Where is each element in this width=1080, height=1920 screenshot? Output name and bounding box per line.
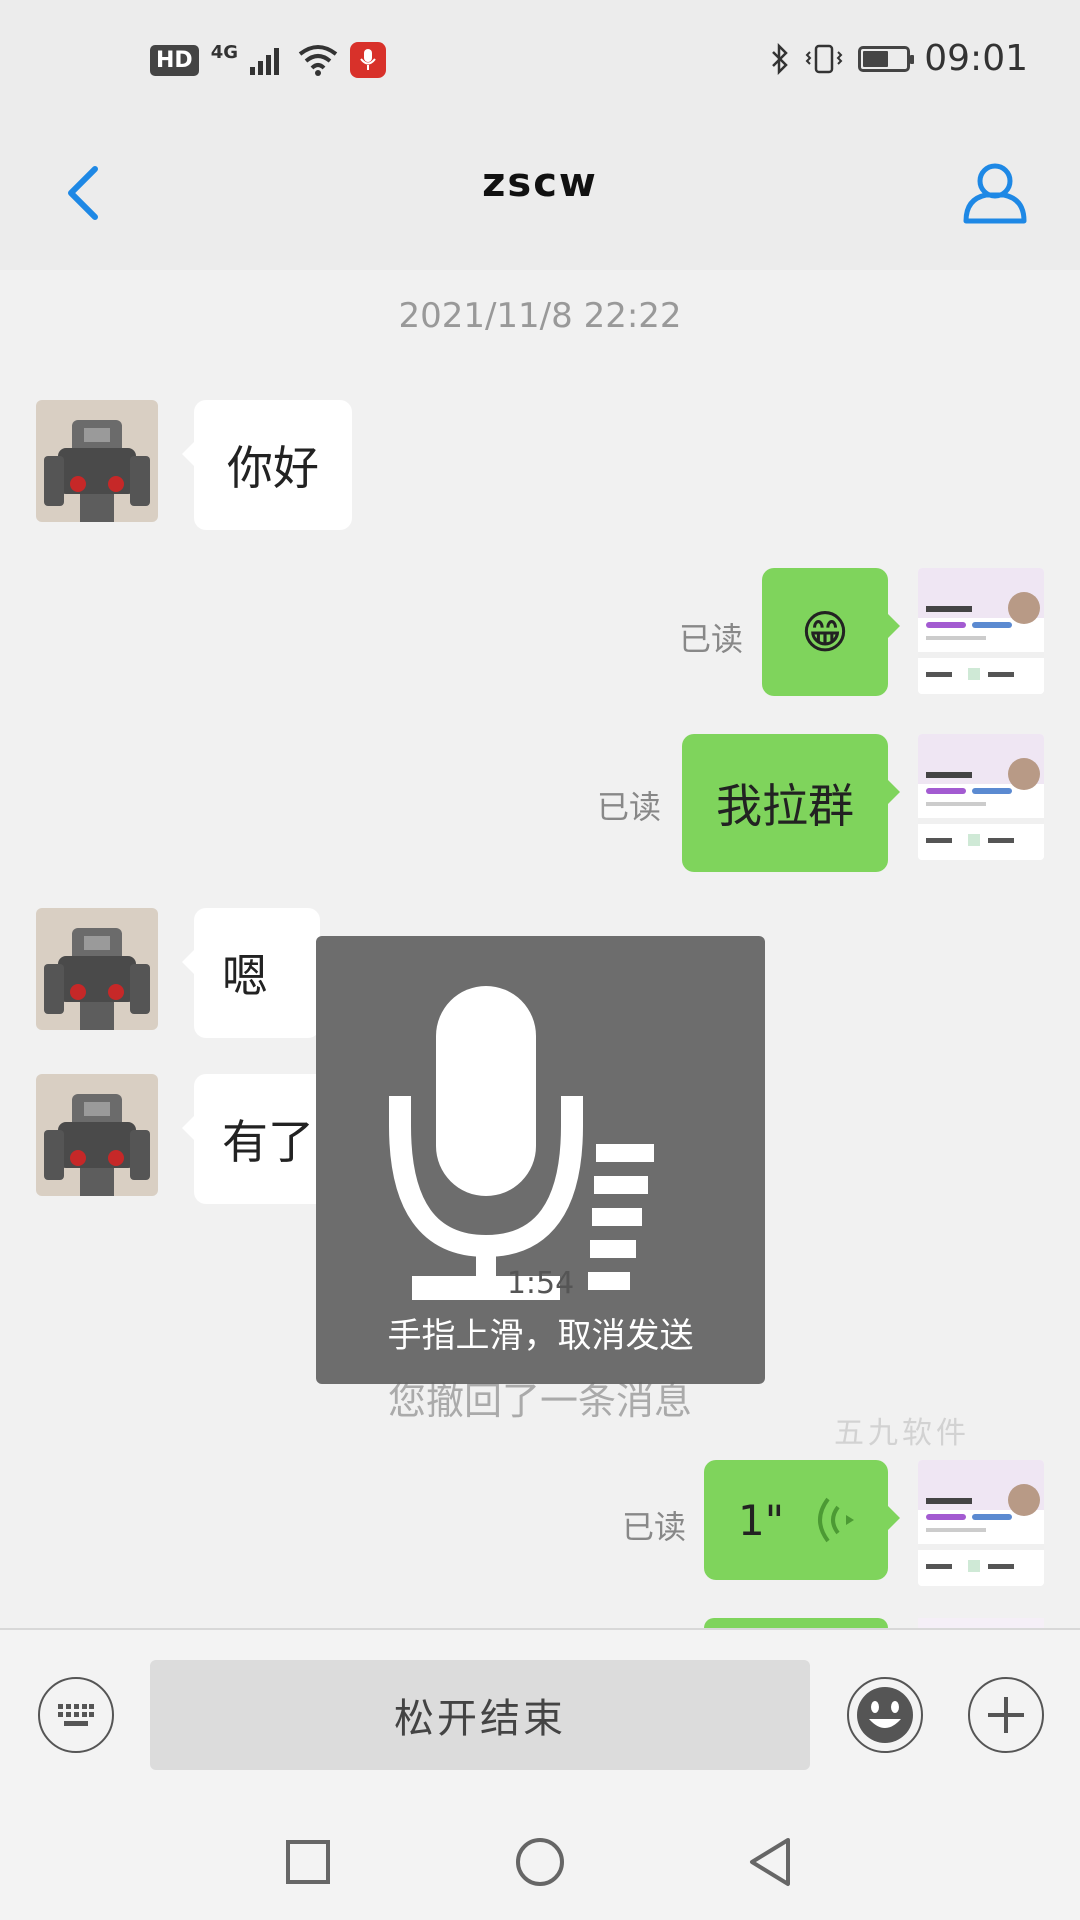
message-bubble-outgoing[interactable]: 我拉群 (682, 734, 900, 872)
bluetooth-icon (772, 42, 789, 75)
message-bubble-incoming[interactable]: 嗯 (182, 908, 320, 1038)
page-title: zscw (482, 160, 598, 206)
recents-button[interactable] (278, 1832, 338, 1892)
my-avatar[interactable] (918, 568, 1044, 694)
message-bubble-outgoing[interactable]: 😁 (762, 568, 900, 696)
network-type: 4G (210, 41, 238, 63)
home-button[interactable] (510, 1832, 570, 1892)
hold-to-talk-button[interactable]: 松开结束 (150, 1660, 810, 1770)
battery-icon (858, 45, 915, 72)
read-status: 已读 (597, 788, 662, 826)
status-right: 09:01 (770, 38, 1028, 79)
grinning-emoji-icon: 😁 (801, 605, 849, 659)
more-options-button[interactable] (968, 1677, 1044, 1753)
read-status: 已读 (622, 1508, 687, 1546)
message-text: 我拉群 (716, 779, 854, 833)
recording-elapsed: 1:54 (506, 1266, 575, 1301)
voice-recording-overlay: 1:54 手指上滑，取消发送 (316, 936, 765, 1384)
contact-avatar[interactable] (36, 908, 158, 1030)
input-bar: 松开结束 (0, 1628, 1080, 1802)
message-text: 你好 (227, 441, 319, 495)
my-avatar[interactable] (918, 1460, 1044, 1586)
voice-message-bubble[interactable]: 1" (704, 1460, 900, 1580)
status-left: HD 4G (150, 42, 386, 78)
contact-profile-button[interactable] (950, 142, 1040, 242)
emoji-button[interactable] (847, 1677, 923, 1753)
message-bubble-outgoing[interactable] (704, 1618, 888, 1628)
battery-level (863, 50, 889, 67)
clock: 09:01 (924, 38, 1028, 79)
voice-duration: 1" (738, 1495, 785, 1545)
circle-icon (516, 1838, 564, 1886)
chat-header: zscw (0, 120, 1080, 270)
recording-hint: 手指上滑，取消发送 (387, 1316, 694, 1356)
hd-badge: HD (150, 44, 199, 76)
my-avatar[interactable] (918, 734, 1044, 860)
message-timestamp: 2021/11/8 22:22 (398, 296, 682, 336)
contact-avatar[interactable] (36, 1074, 158, 1196)
message-bubble-incoming[interactable]: 你好 (182, 400, 352, 530)
user-icon (963, 163, 1027, 224)
contact-avatar[interactable] (36, 400, 158, 522)
voice-wave-icon (818, 1497, 855, 1543)
keyboard-icon (58, 1704, 94, 1726)
watermark: 五九软件 (834, 1416, 970, 1451)
plus-icon (988, 1697, 1024, 1733)
status-bar: HD 4G 09:01 (0, 0, 1080, 120)
smiley-icon (857, 1687, 913, 1743)
system-nav-bar (0, 1800, 1080, 1920)
message-text: 有了 (222, 1115, 314, 1169)
recording-mic-icon (350, 42, 386, 78)
signal-icon (250, 48, 279, 75)
keyboard-toggle-button[interactable] (38, 1677, 114, 1753)
square-icon (286, 1840, 330, 1884)
my-avatar[interactable] (918, 1618, 1044, 1628)
message-text: 嗯 (222, 949, 268, 1003)
triangle-back-icon (750, 1838, 790, 1886)
wifi-icon (298, 45, 338, 76)
back-nav-button[interactable] (740, 1832, 800, 1892)
read-status: 已读 (679, 620, 744, 658)
vibrate-icon (805, 44, 843, 73)
